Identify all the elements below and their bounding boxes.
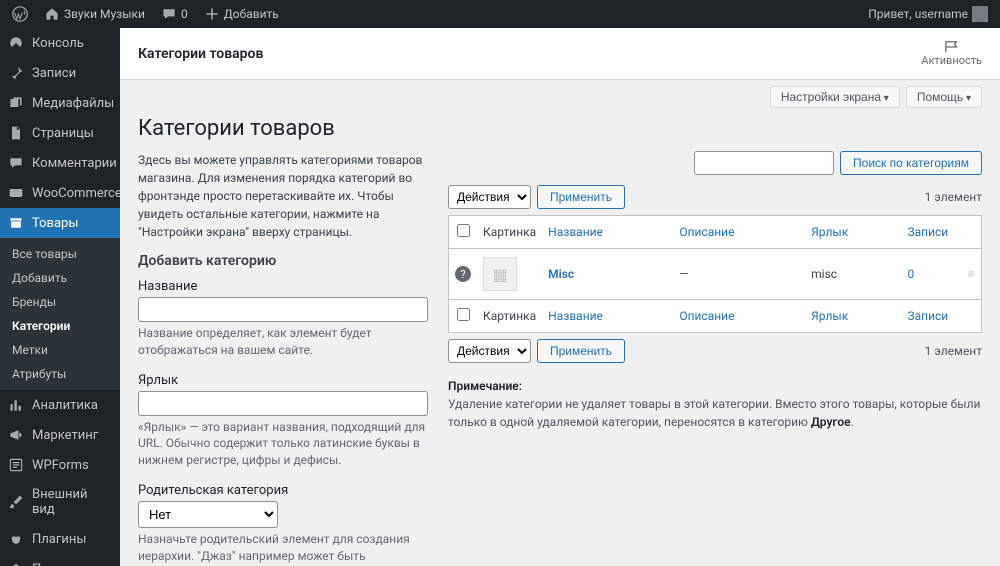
comment-icon — [161, 6, 177, 22]
item-count-top: 1 элемент — [925, 190, 982, 204]
col-desc[interactable]: Описание — [679, 225, 734, 239]
name-label: Название — [138, 279, 428, 294]
col-name[interactable]: Название — [548, 225, 603, 239]
row-desc: — — [673, 249, 805, 300]
products-submenu: Все товары Добавить Бренды Категории Мет… — [0, 238, 120, 390]
menu-marketing[interactable]: Маркетинг — [0, 420, 120, 450]
content-area: Категории товаров Активность Настройки э… — [120, 28, 1000, 566]
submenu-all-products[interactable]: Все товары — [0, 242, 120, 266]
brush-icon — [8, 494, 24, 510]
plug-icon — [8, 531, 24, 547]
comment-icon — [8, 155, 24, 171]
flag-icon — [943, 40, 961, 54]
admin-toolbar: Звуки Музыки 0 Добавить Привет, username — [0, 0, 1000, 28]
form-column: Здесь вы можете управлять категориями то… — [138, 151, 428, 566]
submenu-attributes[interactable]: Атрибуты — [0, 362, 120, 386]
gauge-icon — [8, 35, 24, 51]
avatar — [972, 6, 988, 22]
submenu-add[interactable]: Добавить — [0, 266, 120, 290]
intro-text: Здесь вы можете управлять категориями то… — [138, 151, 428, 241]
parent-help: Назначьте родительский элемент для созда… — [138, 531, 428, 566]
name-input[interactable] — [138, 297, 428, 322]
categories-table: Картинка Название Описание Ярлык Записи … — [448, 215, 982, 333]
wordpress-icon — [12, 6, 28, 22]
bulk-action-select-top[interactable]: Действия — [448, 185, 531, 209]
bulk-apply-top[interactable]: Применить — [537, 185, 625, 209]
menu-woocommerce[interactable]: WooCommerce — [0, 178, 120, 208]
search-button[interactable]: Поиск по категориям — [840, 151, 982, 175]
comments-count: 0 — [181, 7, 188, 21]
comments-link[interactable]: 0 — [155, 0, 194, 28]
submenu-tags[interactable]: Метки — [0, 338, 120, 362]
submenu-brands[interactable]: Бренды — [0, 290, 120, 314]
drag-handle-icon[interactable]: ≡ — [962, 249, 982, 300]
select-all-bottom[interactable] — [457, 308, 470, 321]
form-icon — [8, 457, 24, 473]
menu-appearance[interactable]: Внешний вид — [0, 480, 120, 524]
page-title: Категории товаров — [138, 116, 982, 141]
slug-help: «Ярлык» — это вариант названия, подходящ… — [138, 419, 428, 469]
menu-media[interactable]: Медиафайлы — [0, 88, 120, 118]
screen-meta-links: Настройки экрана Помощь — [138, 86, 982, 108]
slug-label: Ярлык — [138, 373, 428, 388]
pin-icon — [8, 65, 24, 81]
menu-analytics[interactable]: Аналитика — [0, 390, 120, 420]
search-input[interactable] — [694, 151, 834, 175]
add-category-heading: Добавить категорию — [138, 253, 428, 269]
bulk-action-select-bottom[interactable]: Действия — [448, 339, 531, 363]
screen-options-button[interactable]: Настройки экрана — [770, 86, 900, 108]
thumbnail-placeholder: ▦ — [483, 257, 517, 291]
archive-icon — [8, 215, 24, 231]
tablenav-top: Действия Применить 1 элемент — [448, 185, 982, 209]
wordpress-logo[interactable] — [6, 0, 34, 28]
page-icon — [8, 125, 24, 141]
page-header-bar: Категории товаров Активность — [120, 28, 1000, 80]
footer-note: Примечание: Удаление категории не удаляе… — [448, 377, 982, 431]
woo-icon — [8, 185, 24, 201]
header-title: Категории товаров — [138, 46, 263, 62]
parent-select[interactable]: Нет — [138, 501, 278, 528]
plus-icon — [204, 6, 220, 22]
name-help: Название определяет, как элемент будет о… — [138, 325, 428, 359]
col-image: Картинка — [477, 216, 542, 249]
megaphone-icon — [8, 427, 24, 443]
col-slug[interactable]: Ярлык — [811, 225, 848, 239]
row-slug: misc — [805, 249, 901, 300]
parent-label: Родительская категория — [138, 483, 428, 498]
menu-products[interactable]: Товары — [0, 208, 120, 238]
bulk-apply-bottom[interactable]: Применить — [537, 339, 625, 363]
list-column: Поиск по категориям Действия Применить 1… — [448, 151, 982, 566]
slug-input[interactable] — [138, 391, 428, 416]
menu-comments[interactable]: Комментарии — [0, 148, 120, 178]
item-count-bottom: 1 элемент — [925, 344, 982, 358]
menu-pages[interactable]: Страницы — [0, 118, 120, 148]
submenu-categories[interactable]: Категории — [0, 314, 120, 338]
help-button[interactable]: Помощь — [906, 86, 982, 108]
menu-plugins[interactable]: Плагины — [0, 524, 120, 554]
menu-posts[interactable]: Записи — [0, 58, 120, 88]
row-name-link[interactable]: Misc — [548, 267, 574, 281]
menu-wpforms[interactable]: WPForms — [0, 450, 120, 480]
select-all-top[interactable] — [457, 224, 470, 237]
menu-users[interactable]: Пользователи — [0, 554, 120, 566]
site-name: Звуки Музыки — [64, 7, 145, 21]
col-posts[interactable]: Записи — [908, 225, 949, 239]
media-icon — [8, 95, 24, 111]
tablenav-bottom: Действия Применить 1 элемент — [448, 339, 982, 363]
user-icon — [8, 561, 24, 566]
activity-panel[interactable]: Активность — [921, 40, 982, 67]
add-new-label: Добавить — [224, 7, 279, 21]
site-link[interactable]: Звуки Музыки — [38, 0, 151, 28]
add-new-link[interactable]: Добавить — [198, 0, 285, 28]
table-row: ? ▦ Misc — misc 0 ≡ — [449, 249, 982, 300]
admin-sidebar: Консоль Записи Медиафайлы Страницы Комме… — [0, 28, 120, 566]
help-badge-icon[interactable]: ? — [455, 266, 471, 282]
row-posts-link[interactable]: 0 — [908, 267, 915, 281]
home-icon — [44, 6, 60, 22]
user-greeting[interactable]: Привет, username — [862, 0, 994, 28]
chart-icon — [8, 397, 24, 413]
menu-dashboard[interactable]: Консоль — [0, 28, 120, 58]
